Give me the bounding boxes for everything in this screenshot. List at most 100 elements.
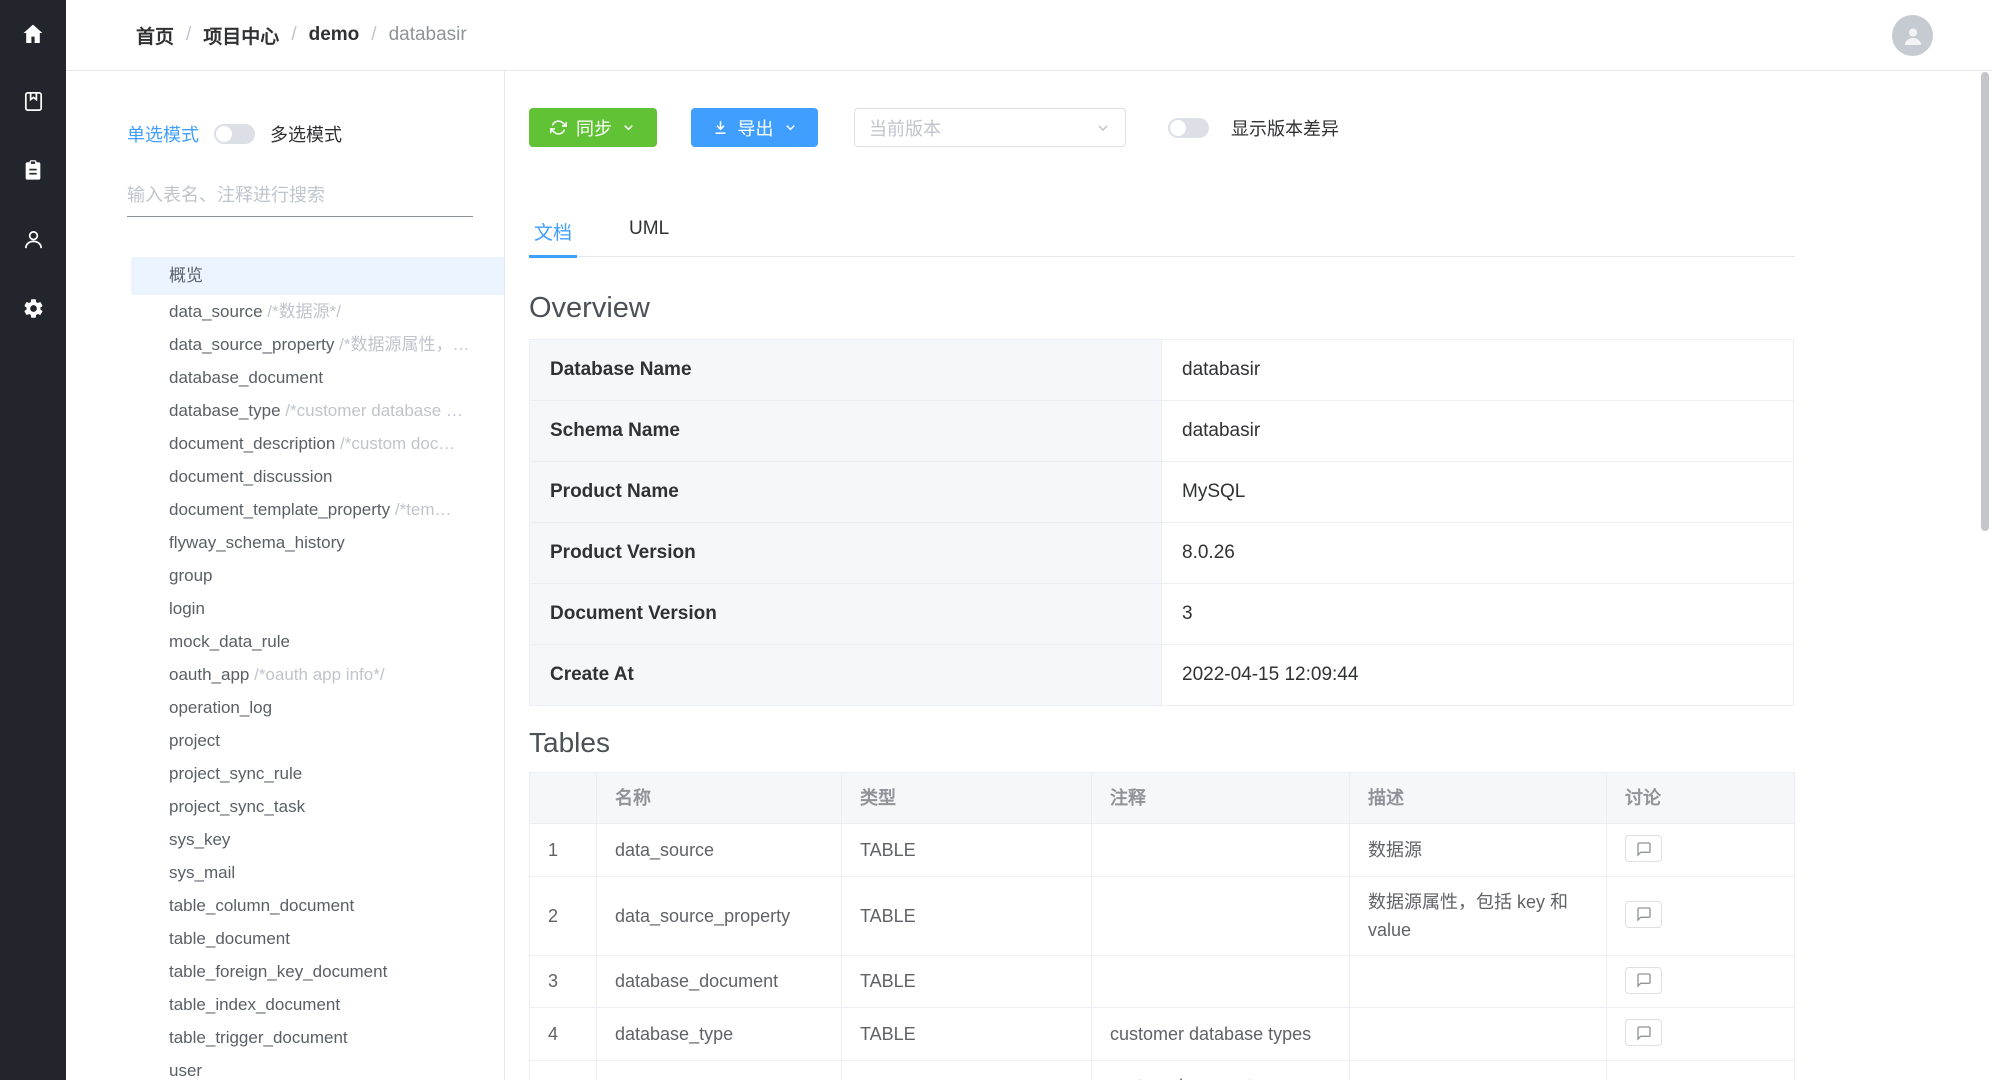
export-button[interactable]: 导出 [691,108,818,147]
table-list-item[interactable]: table_column_document [131,889,504,922]
overview-row-label: Document Version [530,584,1162,645]
breadcrumb-item[interactable]: 首页 [136,22,174,49]
overview-row-value: databasir [1162,340,1794,401]
table-name-label: table_document [169,929,290,948]
tables-cell-discussion [1607,824,1795,877]
breadcrumb-item[interactable]: databasir [389,24,467,46]
table-list-item[interactable]: data_source_property /*数据源属性，… [131,328,504,361]
tables-table: 名称类型注释描述讨论 1data_sourceTABLE数据源 2data_so… [529,772,1795,1080]
sync-button-label: 同步 [576,115,612,141]
table-name-label: user [169,1061,202,1080]
select-mode-toggle[interactable] [214,124,255,144]
sync-button[interactable]: 同步 [529,108,657,147]
nav-book-button[interactable] [22,90,45,113]
table-list-item[interactable]: document_template_property /*tem… [131,493,504,526]
version-select[interactable]: 当前版本 [854,108,1126,147]
tab-bar: 文档 UML [529,218,1795,257]
overview-row-value: 8.0.26 [1162,523,1794,584]
table-list-item[interactable]: table_index_document [131,988,504,1021]
discussion-button[interactable] [1625,835,1662,862]
tables-column-header [530,773,597,824]
overview-row-value: MySQL [1162,462,1794,523]
table-name-label: operation_log [169,698,272,717]
table-list-item[interactable]: operation_log [131,691,504,724]
discussion-button[interactable] [1625,901,1662,928]
table-list-item[interactable]: group [131,559,504,592]
table-list-item[interactable]: table_document [131,922,504,955]
search-input[interactable] [127,181,473,216]
tables-cell-name: data_source [597,824,842,877]
breadcrumb-item[interactable]: 项目中心 [203,22,279,49]
table-list-item[interactable]: sys_mail [131,856,504,889]
table-list-item[interactable]: mock_data_rule [131,625,504,658]
table-list-panel: 单选模式 多选模式 概览 data_source /*数据源*/data_sour… [66,71,505,1080]
discussion-bubble-icon [1636,841,1652,857]
table-name-label: group [169,566,212,585]
table-name-label: 概览 [169,266,203,285]
table-list-item[interactable]: project_sync_task [131,790,504,823]
tab-uml[interactable]: UML [624,218,674,256]
table-list-item[interactable]: table_foreign_key_document [131,955,504,988]
table-name-label: table_trigger_document [169,1028,348,1047]
table-name-label: table_index_document [169,995,340,1014]
table-comment-label: /*数据源属性，… [334,335,469,354]
vertical-scrollbar-thumb[interactable] [1981,72,1989,531]
overview-row-value: 2022-04-15 12:09:44 [1162,645,1794,706]
discussion-button[interactable] [1625,967,1662,994]
diff-toggle-label: 显示版本差异 [1231,115,1339,141]
nav-settings-button[interactable] [22,297,45,320]
top-header: 首页/项目中心/demo/databasir [66,0,1992,71]
book-icon [22,90,45,113]
table-list-item[interactable]: project_sync_rule [131,757,504,790]
nav-home-button[interactable] [21,22,45,46]
tables-column-header: 讨论 [1607,773,1795,824]
nav-user-button[interactable] [22,228,45,251]
table-list-item[interactable]: database_document [131,361,504,394]
table-list-item[interactable]: project [131,724,504,757]
table-name-label: table_foreign_key_document [169,962,387,981]
table-comment-label: /*数据源*/ [263,302,341,321]
export-button-label: 导出 [738,115,774,141]
table-comment-label: /*customer database … [281,401,463,420]
overview-table-body: Database NamedatabasirSchema Namedatabas… [530,340,1794,706]
avatar[interactable] [1892,15,1933,56]
diff-toggle[interactable] [1168,118,1209,138]
table-comment-label: /*tem… [390,500,451,519]
table-name-label: oauth_app [169,665,249,684]
discussion-button[interactable] [1625,1019,1662,1046]
toggle-knob [1170,120,1186,136]
multi-select-mode-label[interactable]: 多选模式 [270,121,342,147]
table-list-item[interactable]: user [131,1054,504,1080]
table-list-item[interactable]: table_trigger_document [131,1021,504,1054]
table-list-item[interactable]: database_type /*customer database … [131,394,504,427]
table-list-item[interactable]: sys_key [131,823,504,856]
table-list-item[interactable]: flyway_schema_history [131,526,504,559]
tables-cell-type: TABLE [842,876,1092,955]
tables-cell-description [1350,955,1607,1008]
tables-cell-comment: custom document description [1092,1060,1350,1080]
tables-cell-comment: customer database types [1092,1008,1350,1061]
select-mode-row: 单选模式 多选模式 [127,121,504,147]
tab-doc[interactable]: 文档 [529,218,577,258]
breadcrumb-separator: / [291,24,296,46]
table-list-item[interactable]: document_discussion [131,460,504,493]
table-name-label: mock_data_rule [169,632,290,651]
tables-cell-index: 4 [530,1008,597,1061]
tables-cell-name: document_description [597,1060,842,1080]
table-list-item[interactable]: login [131,592,504,625]
table-list-item[interactable]: document_description /*custom doc… [131,427,504,460]
tables-cell-comment [1092,955,1350,1008]
breadcrumb-separator: / [186,24,191,46]
single-select-mode-label[interactable]: 单选模式 [127,121,199,147]
table-list-item[interactable]: oauth_app /*oauth app info*/ [131,658,504,691]
table-list-item[interactable]: data_source /*数据源*/ [131,295,504,328]
clipboard-icon [22,159,44,182]
overview-title: Overview [529,292,1795,325]
tables-cell-name: database_type [597,1008,842,1061]
breadcrumb-item[interactable]: demo [309,24,360,46]
overview-row-label: Create At [530,645,1162,706]
tables-row: 2data_source_propertyTABLE数据源属性，包括 key 和… [530,876,1795,955]
table-list-item[interactable]: 概览 [131,257,504,295]
user-icon [22,228,45,251]
nav-clipboard-button[interactable] [22,159,44,182]
